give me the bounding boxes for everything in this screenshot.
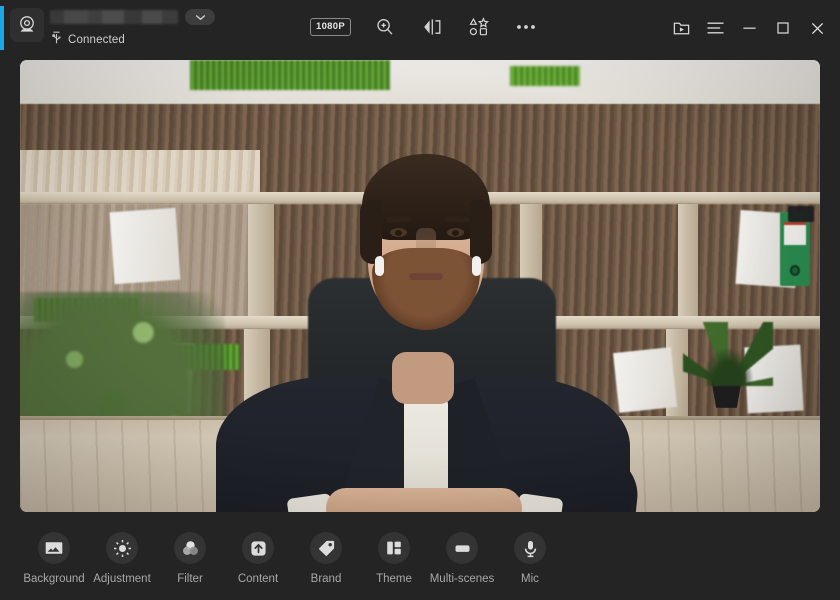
active-accent-strip bbox=[0, 6, 4, 50]
tag-icon bbox=[310, 532, 342, 564]
preview-scene bbox=[20, 60, 820, 512]
feature-label: Adjustment bbox=[93, 573, 151, 585]
feature-label: Filter bbox=[177, 573, 203, 585]
minimize-icon[interactable] bbox=[732, 13, 766, 43]
feature-label: Background bbox=[23, 573, 85, 585]
filter-circles-icon bbox=[174, 532, 206, 564]
connection-status-label: Connected bbox=[68, 34, 125, 46]
device-selector[interactable]: Connected bbox=[10, 6, 215, 49]
video-folder-icon[interactable] bbox=[664, 13, 698, 43]
layout-panels-icon bbox=[378, 532, 410, 564]
feature-filter[interactable]: Filter bbox=[156, 532, 224, 585]
brightness-icon bbox=[106, 532, 138, 564]
close-icon[interactable] bbox=[800, 13, 834, 43]
mirror-flip-icon[interactable] bbox=[419, 14, 445, 40]
maximize-icon[interactable] bbox=[766, 13, 800, 43]
usb-icon bbox=[51, 31, 62, 49]
microphone-icon bbox=[514, 532, 546, 564]
webcam-icon[interactable] bbox=[10, 8, 44, 42]
scenes-icon bbox=[446, 532, 478, 564]
feature-label: Brand bbox=[310, 573, 342, 585]
feature-adjustment[interactable]: Adjustment bbox=[88, 532, 156, 585]
chevron-down-icon[interactable] bbox=[185, 9, 215, 25]
image-icon bbox=[38, 532, 70, 564]
device-name-row[interactable] bbox=[50, 8, 215, 26]
device-name-redacted bbox=[50, 10, 178, 24]
upload-arrow-icon bbox=[242, 532, 274, 564]
ellipsis-icon[interactable] bbox=[513, 14, 539, 40]
magnifier-plus-icon[interactable] bbox=[372, 14, 398, 40]
feature-label: Content bbox=[237, 573, 279, 585]
shapes-icon[interactable] bbox=[466, 14, 492, 40]
feature-content[interactable]: Content bbox=[224, 532, 292, 585]
feature-mic[interactable]: Mic bbox=[496, 532, 564, 585]
feature-label: Theme bbox=[376, 573, 412, 585]
preview-vignette bbox=[20, 60, 820, 512]
feature-label: Mic bbox=[521, 573, 539, 585]
feature-list: Background Adjustment Filter Content Bra… bbox=[20, 532, 564, 585]
feature-label: Multi-scenes bbox=[429, 573, 495, 585]
video-preview[interactable] bbox=[20, 60, 820, 512]
feature-theme[interactable]: Theme bbox=[360, 532, 428, 585]
preview-toolbar: 1080P bbox=[310, 12, 539, 42]
bottom-toolbar: Background Adjustment Filter Content Bra… bbox=[0, 512, 840, 600]
feature-brand[interactable]: Brand bbox=[292, 532, 360, 585]
feature-multi-scenes[interactable]: Multi-scenes bbox=[428, 532, 496, 585]
window-controls bbox=[664, 13, 834, 43]
app-window: Connected 1080P Background Adjustment Fi… bbox=[0, 0, 840, 600]
feature-background[interactable]: Background bbox=[20, 532, 88, 585]
resolution-badge[interactable]: 1080P bbox=[310, 18, 351, 36]
hamburger-menu-icon[interactable] bbox=[698, 13, 732, 43]
connection-status: Connected bbox=[51, 31, 215, 49]
title-bar: Connected 1080P bbox=[0, 0, 840, 56]
